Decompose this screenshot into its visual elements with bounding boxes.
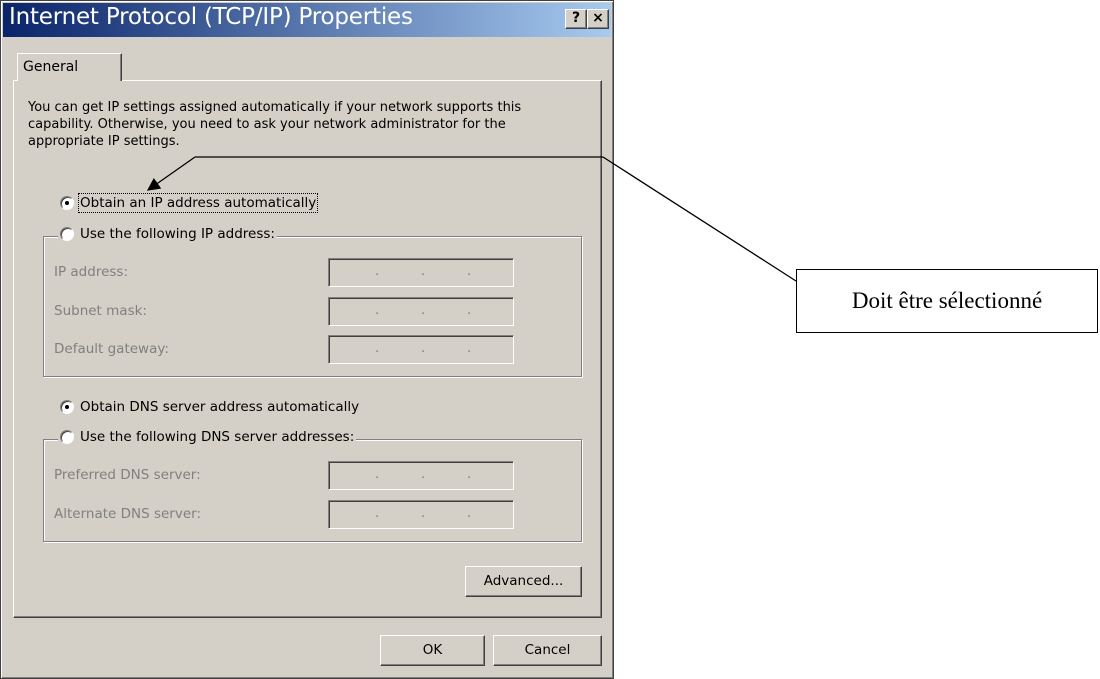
annotation-callout: Doit être sélectionné <box>796 269 1098 333</box>
callout-arrow <box>146 156 196 191</box>
callout-diagonal-line <box>602 156 797 282</box>
callout-leader-lines <box>146 156 797 282</box>
annotation-text: Doit être sélectionné <box>851 288 1043 313</box>
tab-general-label: General <box>23 59 79 75</box>
tab-general[interactable]: General <box>17 53 122 81</box>
